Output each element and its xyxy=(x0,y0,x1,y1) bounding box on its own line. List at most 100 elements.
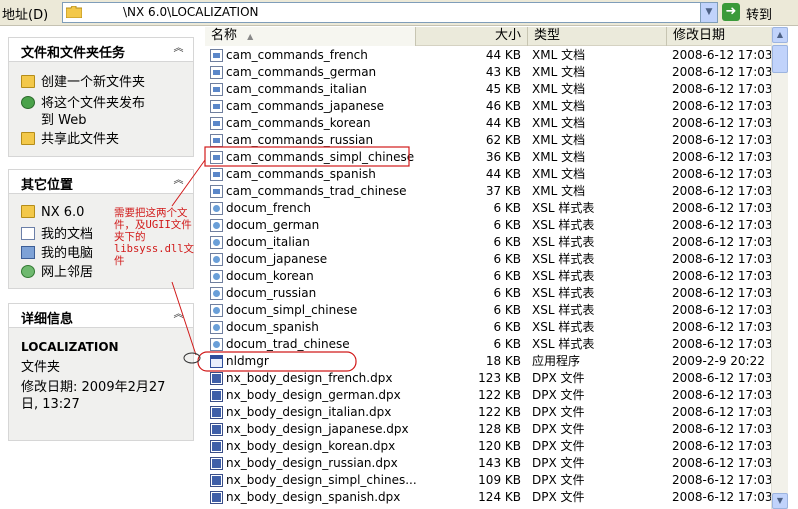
window-edge xyxy=(788,27,798,509)
place-network[interactable]: 网上邻居 xyxy=(21,261,93,280)
file-type: XSL 样式表 xyxy=(532,269,595,283)
file-size: 36 KB xyxy=(485,150,521,164)
file-row[interactable]: cam_commands_simpl_chinese 36 KB XML 文档 200… xyxy=(205,149,771,166)
file-type: XSL 样式表 xyxy=(532,320,595,334)
file-row[interactable]: nx_body_design_simpl_chines... 109 KB DPX … xyxy=(205,472,771,489)
collapse-icon[interactable]: ︽ xyxy=(172,174,185,187)
details-header[interactable]: 详细信息 ︽ xyxy=(9,304,193,328)
file-date: 2008-6-12 17:03 xyxy=(672,65,771,79)
xml-file-icon xyxy=(210,100,223,113)
place-nx60[interactable]: NX 6.0 xyxy=(21,205,84,220)
file-row[interactable]: nx_body_design_korean.dpx 120 KB DPX 文件 200… xyxy=(205,438,771,455)
folder-icon xyxy=(66,6,82,18)
other-places-header[interactable]: 其它位置 ︽ xyxy=(9,170,193,194)
file-row[interactable]: docum_russian 6 KB XSL 样式表 2008-6-12 17:03 xyxy=(205,285,771,302)
file-size: 46 KB xyxy=(485,99,521,113)
file-list: 名称 ▲ 大小 类型 修改日期 cam_commands_french 44 KB… xyxy=(205,27,771,509)
file-type: 应用程序 xyxy=(532,354,581,368)
task-new-folder[interactable]: 创建一个新文件夹 xyxy=(21,71,145,90)
file-date: 2008-6-12 17:03 xyxy=(672,422,771,436)
file-row[interactable]: docum_korean 6 KB XSL 样式表 2008-6-12 17:03 xyxy=(205,268,771,285)
task-publish-web-cont[interactable]: 到 Web xyxy=(41,109,86,128)
address-label: 地址(D) xyxy=(2,8,49,23)
scroll-up-button[interactable]: ▲ xyxy=(772,27,788,43)
file-row[interactable]: docum_simpl_chinese 6 KB XSL 样式表 2008-6-12 … xyxy=(205,302,771,319)
dpx-file-icon xyxy=(210,474,223,487)
file-name: nx_body_design_french.dpx xyxy=(226,371,393,385)
file-row[interactable]: nx_body_design_german.dpx 122 KB DPX 文件 200… xyxy=(205,387,771,404)
xsl-file-icon xyxy=(210,219,223,232)
file-row[interactable]: docum_german 6 KB XSL 样式表 2008-6-12 17:03 xyxy=(205,217,771,234)
file-row[interactable]: cam_commands_spanish 44 KB XML 文档 2008-6-12… xyxy=(205,166,771,183)
file-row[interactable]: cam_commands_japanese 46 KB XML 文档 2008-6-1… xyxy=(205,98,771,115)
address-input[interactable]: \NX 6.0\LOCALIZATION ▼ xyxy=(62,2,718,23)
place-label: NX 6.0 xyxy=(41,205,85,220)
file-name: cam_commands_french xyxy=(226,48,368,62)
xml-file-icon xyxy=(210,117,223,130)
place-label: 我的电脑 xyxy=(41,246,94,261)
file-date: 2008-6-12 17:03 xyxy=(672,150,771,164)
address-dropdown-button[interactable]: ▼ xyxy=(700,3,717,22)
my-computer-icon xyxy=(21,246,35,259)
place-my-documents[interactable]: 我的文档 xyxy=(21,223,93,242)
file-row[interactable]: nx_body_design_french.dpx 123 KB DPX 文件 200… xyxy=(205,370,771,387)
file-size: 109 KB xyxy=(478,473,521,487)
scroll-thumb[interactable] xyxy=(772,45,788,73)
file-type: XSL 样式表 xyxy=(532,218,595,232)
file-date: 2008-6-12 17:03 xyxy=(672,99,771,113)
file-row[interactable]: docum_spanish 6 KB XSL 样式表 2008-6-12 17:03 xyxy=(205,319,771,336)
file-date: 2008-6-12 17:03 xyxy=(672,490,771,504)
file-size: 44 KB xyxy=(485,48,521,62)
go-button[interactable]: ➜ 转到 xyxy=(722,2,796,23)
file-tasks-header[interactable]: 文件和文件夹任务 ︽ xyxy=(9,38,193,62)
file-row[interactable]: docum_italian 6 KB XSL 样式表 2008-6-12 17:03 xyxy=(205,234,771,251)
place-my-computer[interactable]: 我的电脑 xyxy=(21,242,93,261)
file-name: docum_korean xyxy=(226,269,314,283)
collapse-icon[interactable]: ︽ xyxy=(172,308,185,321)
file-name: nx_body_design_german.dpx xyxy=(226,388,401,402)
place-label: 网上邻居 xyxy=(41,265,94,280)
sort-ascending-icon: ▲ xyxy=(247,32,254,41)
go-label: 转到 xyxy=(746,8,773,23)
publish-web-icon xyxy=(21,96,35,109)
file-size: 123 KB xyxy=(478,371,521,385)
file-type: XML 文档 xyxy=(532,167,586,181)
file-row[interactable]: cam_commands_german 43 KB XML 文档 2008-6-12 … xyxy=(205,64,771,81)
file-size: 44 KB xyxy=(485,167,521,181)
file-row[interactable]: nx_body_design_japanese.dpx 128 KB DPX 文件 2… xyxy=(205,421,771,438)
file-row[interactable]: docum_japanese 6 KB XSL 样式表 2008-6-12 17:03 xyxy=(205,251,771,268)
file-size: 122 KB xyxy=(478,388,521,402)
file-size: 6 KB xyxy=(493,235,521,249)
file-row[interactable]: cam_commands_trad_chinese 37 KB XML 文档 2008… xyxy=(205,183,771,200)
file-row[interactable]: cam_commands_korean 44 KB XML 文档 2008-6-12 … xyxy=(205,115,771,132)
file-name: docum_trad_chinese xyxy=(226,337,350,351)
column-date[interactable]: 修改日期 xyxy=(667,27,771,46)
xml-file-icon xyxy=(210,49,223,62)
collapse-icon[interactable]: ︽ xyxy=(172,42,185,55)
details-name: LOCALIZATION xyxy=(21,340,119,354)
file-row[interactable]: docum_trad_chinese 6 KB XSL 样式表 2008-6-12 1… xyxy=(205,336,771,353)
scroll-down-button[interactable]: ▼ xyxy=(772,493,788,509)
file-type: XML 文档 xyxy=(532,184,586,198)
file-date: 2009-2-9 20:22 xyxy=(672,354,765,368)
vertical-scrollbar[interactable]: ▲ ▼ xyxy=(771,27,788,509)
file-row[interactable]: cam_commands_french 44 KB XML 文档 2008-6-12 … xyxy=(205,47,771,64)
file-row[interactable]: nx_body_design_spanish.dpx 124 KB DPX 文件 20… xyxy=(205,489,771,506)
file-size: 43 KB xyxy=(485,65,521,79)
annotation-note: 需要把这两个文 件，及UGII文件 夹下的 libsyss.dll文 件 xyxy=(114,207,195,267)
file-row[interactable]: cam_commands_italian 45 KB XML 文档 2008-6-12… xyxy=(205,81,771,98)
column-size[interactable]: 大小 xyxy=(416,27,528,46)
file-row[interactable]: nldmgr 18 KB 应用程序 2009-2-9 20:22 xyxy=(205,353,771,370)
file-row[interactable]: docum_french 6 KB XSL 样式表 2008-6-12 17:03 xyxy=(205,200,771,217)
file-row[interactable]: nx_body_design_russian.dpx 143 KB DPX 文件 20… xyxy=(205,455,771,472)
file-date: 2008-6-12 17:03 xyxy=(672,303,771,317)
xml-file-icon xyxy=(210,185,223,198)
file-row[interactable]: nx_body_design_italian.dpx 122 KB DPX 文件 20… xyxy=(205,404,771,421)
file-type: DPX 文件 xyxy=(532,388,585,402)
file-row[interactable]: cam_commands_russian 62 KB XML 文档 2008-6-12… xyxy=(205,132,771,149)
file-size: 6 KB xyxy=(493,337,521,351)
column-type[interactable]: 类型 xyxy=(528,27,667,46)
column-name[interactable]: 名称 ▲ xyxy=(205,27,416,46)
task-share-folder[interactable]: 共享此文件夹 xyxy=(21,128,119,147)
dpx-file-icon xyxy=(210,491,223,504)
